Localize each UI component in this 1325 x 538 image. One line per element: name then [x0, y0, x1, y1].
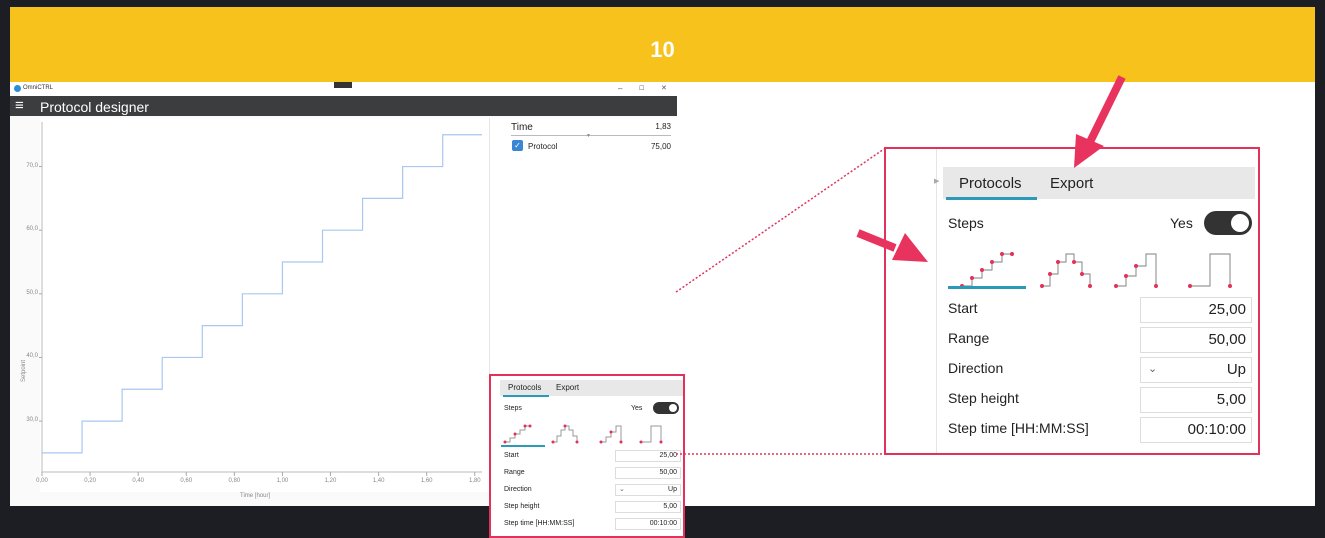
- callout-overlay: [675, 75, 1126, 455]
- tutorial-slide: 10 OmniCTRL – ☐ ✕ ≡ Protocol designer 0,…: [0, 0, 1325, 538]
- zoom-connector-top: [675, 148, 885, 293]
- arrow-to-export-tab: [1074, 75, 1126, 168]
- arrow-to-steps-pattern: [856, 229, 928, 262]
- small-field-input[interactable]: 00:10:00: [615, 518, 681, 530]
- small-field-label: Step time [HH:MM:SS]: [504, 520, 575, 527]
